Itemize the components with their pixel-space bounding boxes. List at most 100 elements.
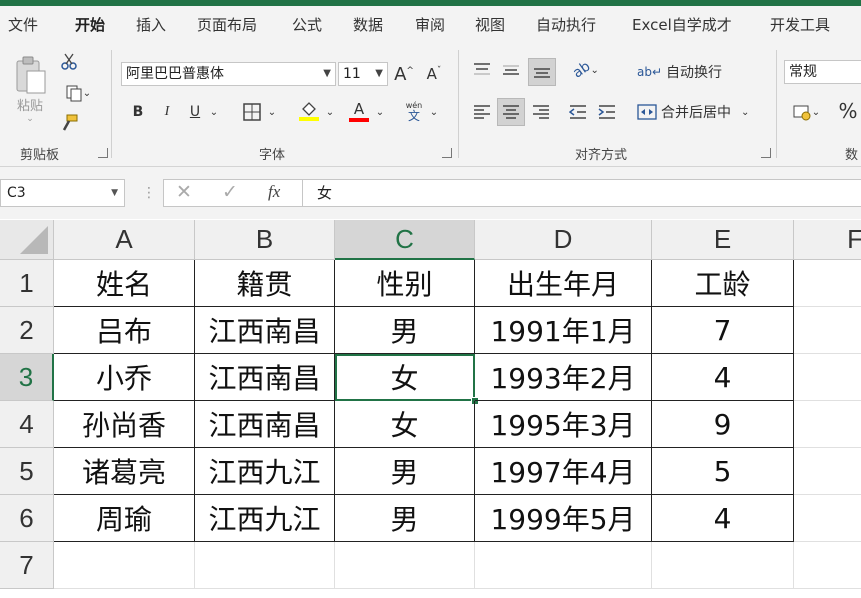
chevron-down-icon[interactable]: ⌄: [208, 100, 220, 124]
cell-f1[interactable]: [794, 260, 861, 307]
cell-d4[interactable]: 1995年3月: [475, 401, 652, 448]
name-box[interactable]: C3 ▼: [0, 179, 125, 207]
cell-a3[interactable]: 小乔: [54, 354, 195, 401]
cell-c1[interactable]: 性别: [335, 260, 475, 307]
cell-b3[interactable]: 江西南昌: [195, 354, 335, 401]
decrease-indent-button[interactable]: [566, 100, 590, 124]
accounting-format-button[interactable]: ⌄: [786, 100, 826, 124]
cell-a2[interactable]: 吕布: [54, 307, 195, 354]
tab-insert[interactable]: 插入: [136, 14, 166, 35]
cell-e5[interactable]: 5: [652, 448, 794, 495]
cell-f7[interactable]: [794, 542, 861, 589]
cell-a4[interactable]: 孙尚香: [54, 401, 195, 448]
align-top-button[interactable]: [470, 58, 494, 82]
row-header-2[interactable]: 2: [0, 307, 54, 354]
cell-b2[interactable]: 江西南昌: [195, 307, 335, 354]
cell-d5[interactable]: 1997年4月: [475, 448, 652, 495]
wrap-text-button[interactable]: ab↵ 自动换行: [637, 60, 727, 84]
phonetic-guide-button[interactable]: wén 文: [402, 98, 426, 126]
cell-d7[interactable]: [475, 542, 652, 589]
font-dialog-launcher[interactable]: [442, 148, 452, 158]
tab-file[interactable]: 文件: [8, 14, 38, 35]
cell-c4[interactable]: 女: [335, 401, 475, 448]
chevron-down-icon[interactable]: ⌄: [324, 100, 336, 124]
column-header-a[interactable]: A: [54, 220, 195, 260]
column-header-c[interactable]: C: [335, 220, 475, 260]
tab-review[interactable]: 审阅: [415, 14, 445, 35]
cell-a7[interactable]: [54, 542, 195, 589]
paste-button[interactable]: 粘贴 ⌄: [10, 52, 50, 126]
percent-style-button[interactable]: %: [836, 98, 860, 124]
underline-button[interactable]: U: [184, 100, 206, 124]
cell-e1[interactable]: 工龄: [652, 260, 794, 307]
cell-b5[interactable]: 江西九江: [195, 448, 335, 495]
column-header-e[interactable]: E: [652, 220, 794, 260]
cut-button[interactable]: [58, 50, 80, 72]
alignment-dialog-launcher[interactable]: [761, 148, 771, 158]
borders-button[interactable]: [240, 100, 264, 124]
align-middle-button[interactable]: [499, 58, 523, 82]
cell-b7[interactable]: [195, 542, 335, 589]
tab-formulas[interactable]: 公式: [292, 14, 322, 35]
cell-a5[interactable]: 诸葛亮: [54, 448, 195, 495]
cell-d1[interactable]: 出生年月: [475, 260, 652, 307]
chevron-down-icon[interactable]: ⌄: [428, 100, 440, 124]
increase-font-size-button[interactable]: A^: [393, 62, 415, 86]
row-header-6[interactable]: 6: [0, 495, 54, 542]
tab-view[interactable]: 视图: [475, 14, 505, 35]
tab-developer[interactable]: 开发工具: [770, 14, 830, 35]
fill-color-button[interactable]: [296, 98, 322, 124]
decrease-font-size-button[interactable]: Aˇ: [423, 62, 445, 86]
formula-bar-grip-icon[interactable]: ⋮: [142, 185, 156, 201]
cell-f5[interactable]: [794, 448, 861, 495]
tab-automate[interactable]: 自动执行: [536, 14, 596, 35]
enter-check-icon[interactable]: ✓: [222, 181, 238, 203]
increase-indent-button[interactable]: [595, 100, 619, 124]
cell-e2[interactable]: 7: [652, 307, 794, 354]
cell-e7[interactable]: [652, 542, 794, 589]
cell-e6[interactable]: 4: [652, 495, 794, 542]
tab-page-layout[interactable]: 页面布局: [197, 14, 257, 35]
cell-a1[interactable]: 姓名: [54, 260, 195, 307]
align-right-button[interactable]: [529, 100, 553, 124]
cell-a6[interactable]: 周瑜: [54, 495, 195, 542]
cell-b1[interactable]: 籍贯: [195, 260, 335, 307]
chevron-down-icon[interactable]: ⌄: [266, 100, 278, 124]
italic-button[interactable]: I: [156, 100, 178, 124]
chevron-down-icon[interactable]: ⌄: [374, 100, 386, 124]
row-header-5[interactable]: 5: [0, 448, 54, 495]
cell-c5[interactable]: 男: [335, 448, 475, 495]
row-header-1[interactable]: 1: [0, 260, 54, 307]
tab-data[interactable]: 数据: [353, 14, 383, 35]
row-header-7[interactable]: 7: [0, 542, 54, 589]
number-format-select[interactable]: 常规: [784, 60, 861, 84]
row-header-4[interactable]: 4: [0, 401, 54, 448]
cell-d6[interactable]: 1999年5月: [475, 495, 652, 542]
column-header-f[interactable]: F: [794, 220, 861, 260]
cell-c6[interactable]: 男: [335, 495, 475, 542]
column-header-b[interactable]: B: [195, 220, 335, 260]
cell-c2[interactable]: 男: [335, 307, 475, 354]
align-center-button[interactable]: [497, 98, 525, 126]
font-name-select[interactable]: 阿里巴巴普惠体 ▼: [121, 62, 336, 86]
clipboard-dialog-launcher[interactable]: [98, 148, 108, 158]
align-left-button[interactable]: [470, 100, 494, 124]
tab-excel-self-study[interactable]: Excel自学成才: [632, 14, 732, 35]
cell-c3[interactable]: 女: [335, 354, 475, 401]
row-header-3[interactable]: 3: [0, 354, 54, 401]
cancel-icon[interactable]: ✕: [176, 181, 192, 203]
format-painter-button[interactable]: [58, 112, 80, 134]
cell-c7[interactable]: [335, 542, 475, 589]
cell-e3[interactable]: 4: [652, 354, 794, 401]
merge-center-button[interactable]: 合并后居中 ⌄: [637, 100, 767, 124]
cell-b6[interactable]: 江西九江: [195, 495, 335, 542]
cell-e4[interactable]: 9: [652, 401, 794, 448]
copy-button[interactable]: ⌄: [58, 82, 98, 104]
orientation-button[interactable]: ab ⌄: [567, 58, 605, 82]
insert-function-icon[interactable]: fx: [268, 182, 280, 202]
font-size-select[interactable]: 11 ▼: [338, 62, 388, 86]
cell-f6[interactable]: [794, 495, 861, 542]
cell-f3[interactable]: [794, 354, 861, 401]
cell-f4[interactable]: [794, 401, 861, 448]
formula-input[interactable]: 女: [303, 179, 861, 207]
